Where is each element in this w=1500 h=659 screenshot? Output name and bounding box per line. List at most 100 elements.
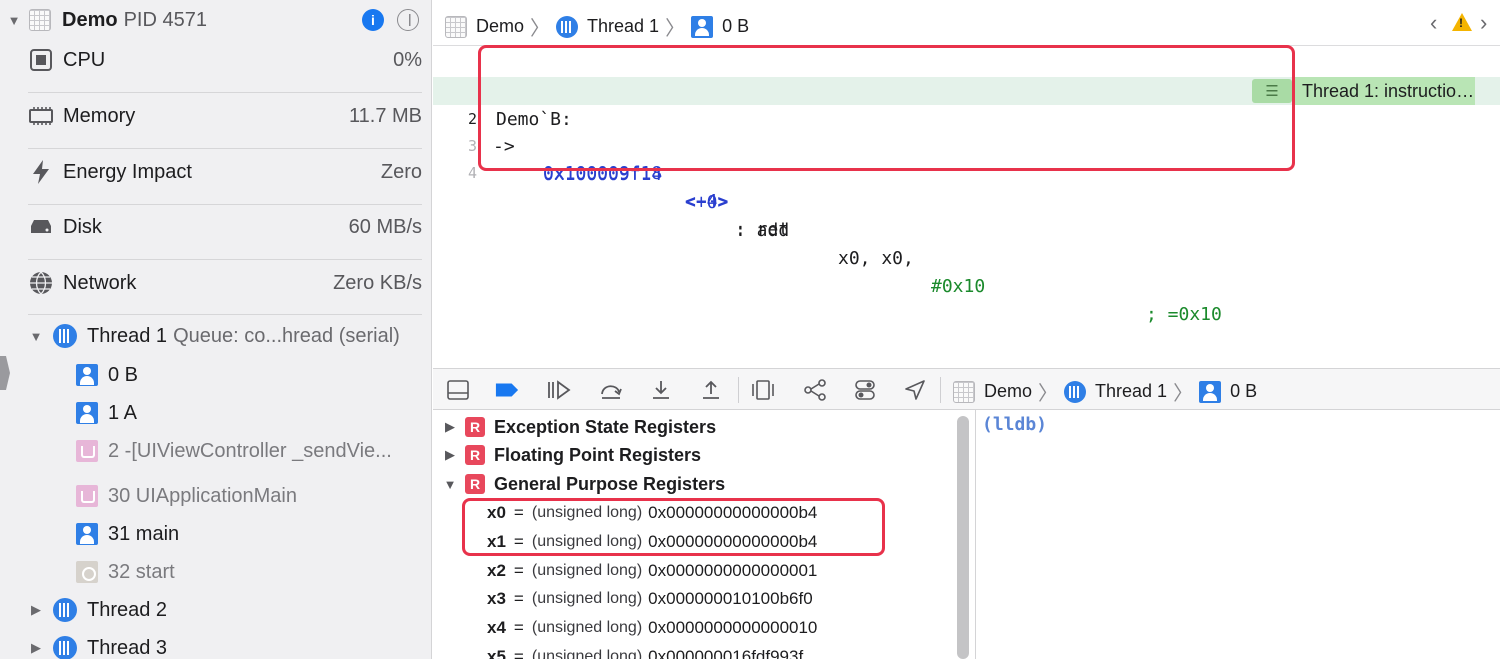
stack-frame[interactable]: 32 start bbox=[76, 553, 426, 591]
disclosure-down-icon[interactable]: ▼ bbox=[29, 329, 43, 344]
jump-bar-project[interactable]: Demo bbox=[476, 16, 524, 37]
register-type: (unsigned long) bbox=[531, 504, 643, 521]
disclosure-right-icon[interactable]: ▶ bbox=[443, 419, 457, 435]
disclosure-down-icon[interactable]: ▼ bbox=[443, 477, 457, 492]
disclosure-down-icon[interactable]: ▼ bbox=[7, 13, 21, 28]
lldb-console[interactable]: (lldb) bbox=[976, 410, 1500, 659]
register-equals: = bbox=[513, 647, 524, 659]
info-icon[interactable]: i bbox=[362, 9, 384, 31]
register-equals: = bbox=[513, 561, 524, 580]
register-value: 0x0000000000000010 bbox=[648, 618, 818, 637]
register-group[interactable]: ▶ R Exception State Registers bbox=[433, 413, 953, 441]
cpu-icon bbox=[28, 47, 54, 73]
register-equals: = bbox=[513, 503, 524, 522]
gauge-disk[interactable]: Disk 60 MB/s bbox=[28, 204, 422, 250]
user-code-icon bbox=[76, 402, 98, 424]
gauge-value: Zero KB/s bbox=[333, 271, 422, 294]
thread-icon bbox=[1064, 380, 1087, 403]
user-code-icon bbox=[1199, 380, 1222, 403]
chevron-right-icon: 〉 bbox=[530, 18, 551, 40]
register-name: x4 bbox=[487, 618, 506, 637]
gauge-cpu[interactable]: CPU 0% bbox=[28, 37, 422, 83]
register-value: 0x000000016fdf993f bbox=[648, 647, 804, 659]
register-row[interactable]: x0 = (unsigned long) 0x00000000000000b4 bbox=[487, 499, 947, 527]
user-code-icon bbox=[76, 364, 98, 386]
step-out-icon[interactable] bbox=[699, 378, 723, 402]
process-pid: PID 4571 bbox=[123, 8, 207, 31]
disclosure-right-icon[interactable]: ▶ bbox=[443, 447, 457, 463]
frame-label: 1 A bbox=[108, 401, 137, 424]
register-row[interactable]: x2 = (unsigned long) 0x0000000000000001 bbox=[487, 557, 947, 585]
register-name: x3 bbox=[487, 589, 506, 608]
network-icon bbox=[28, 270, 54, 296]
instruction-offset: <+4> bbox=[685, 191, 729, 212]
thread-row[interactable]: ▶ Thread 3 bbox=[0, 629, 431, 659]
register-row[interactable]: x4 = (unsigned long) 0x0000000000000010 bbox=[487, 614, 947, 642]
register-row[interactable]: x1 = (unsigned long) 0x00000000000000b4 bbox=[487, 528, 947, 556]
gauge-label: Disk bbox=[63, 215, 102, 238]
step-into-icon[interactable] bbox=[649, 378, 673, 402]
debug-view-hierarchy-icon[interactable] bbox=[751, 378, 775, 402]
simulate-location-icon[interactable] bbox=[903, 378, 927, 402]
register-row[interactable]: x5 = (unsigned long) 0x000000016fdf993f bbox=[487, 643, 947, 659]
register-equals: = bbox=[513, 618, 524, 637]
framework-icon bbox=[76, 485, 98, 507]
register-group[interactable]: ▼ R General Purpose Registers bbox=[433, 470, 953, 498]
jump-bar-thread[interactable]: Thread 1 bbox=[587, 16, 659, 37]
stack-frame[interactable]: 31 main bbox=[76, 515, 426, 553]
continue-icon[interactable] bbox=[547, 378, 571, 402]
variables-scrollbar[interactable] bbox=[957, 416, 969, 659]
thread-annotation[interactable]: Thread 1: instruction step over bbox=[1292, 77, 1475, 105]
register-icon: R bbox=[465, 417, 485, 437]
pause-icon[interactable] bbox=[397, 9, 419, 31]
stack-frame[interactable]: 1 A bbox=[76, 394, 426, 432]
debug-bar: Demo 〉 Thread 1 〉 0 B bbox=[433, 368, 1500, 410]
environment-overrides-icon[interactable] bbox=[853, 378, 877, 402]
gauge-network[interactable]: Network Zero KB/s bbox=[28, 260, 422, 306]
jump-bar-frame[interactable]: 0 B bbox=[722, 16, 749, 37]
register-value: 0x0000000000000001 bbox=[648, 561, 818, 580]
chevron-left-icon[interactable]: ‹ bbox=[1430, 10, 1437, 36]
thread-row[interactable]: ▼ Thread 1 Queue: co...hread (serial) bbox=[0, 317, 431, 355]
stack-frame[interactable]: 2 -[UIViewController _sendVie... bbox=[76, 432, 426, 470]
register-value: 0x000000010100b6f0 bbox=[648, 589, 813, 608]
thread-label: Thread 3 bbox=[87, 636, 168, 659]
divider bbox=[738, 377, 739, 403]
memory-graph-icon[interactable] bbox=[803, 378, 827, 402]
gauge-memory[interactable]: Memory 11.7 MB bbox=[28, 93, 422, 139]
thread-label: Thread 1 bbox=[87, 324, 168, 347]
gauge-value: Zero bbox=[380, 160, 422, 183]
stack-frame[interactable]: 0 B bbox=[76, 356, 426, 394]
disassembly-editor[interactable]: 1 Demo`B: 2 -> 0x100009f14 <+0> : add x0… bbox=[433, 46, 1500, 368]
thread-indicator-icon[interactable]: ☰ bbox=[1252, 79, 1292, 103]
breakpoints-toggle-icon[interactable] bbox=[495, 378, 519, 402]
jump-bar-thread[interactable]: Thread 1 bbox=[1095, 381, 1167, 402]
stack-frame[interactable]: 30 UIApplicationMain bbox=[76, 477, 426, 515]
jump-bar-frame[interactable]: 0 B bbox=[1230, 381, 1257, 402]
code-line: 4 bbox=[433, 131, 1500, 182]
register-name: x1 bbox=[487, 532, 506, 551]
gauge-energy[interactable]: Energy Impact Zero bbox=[28, 149, 422, 195]
jump-bar-project[interactable]: Demo bbox=[984, 381, 1032, 402]
thread-label: Thread 2 bbox=[87, 598, 168, 621]
step-over-icon[interactable] bbox=[599, 378, 623, 402]
app-icon bbox=[29, 9, 51, 31]
debug-navigator: ▼ Demo PID 4571 i CPU 0% Memory 11.7 MB … bbox=[0, 0, 432, 659]
thread-row[interactable]: ▶ Thread 2 bbox=[0, 591, 431, 629]
disclosure-right-icon[interactable]: ▶ bbox=[29, 640, 43, 656]
register-name: x5 bbox=[487, 647, 506, 659]
register-group[interactable]: ▶ R Floating Point Registers bbox=[433, 441, 953, 469]
chevron-right-icon[interactable]: › bbox=[1480, 10, 1487, 36]
instruction-comment: ; =0x10 bbox=[1146, 304, 1222, 325]
warning-icon[interactable]: ! bbox=[1452, 13, 1472, 31]
code-line: 3 0x100009f18 <+4> : ret bbox=[433, 104, 1500, 240]
variables-view[interactable]: ▶ R Exception State Registers ▶ R Floati… bbox=[433, 410, 955, 659]
register-name: x0 bbox=[487, 503, 506, 522]
line-number: 4 bbox=[467, 164, 477, 182]
code-line: 1 Demo`B: bbox=[433, 50, 1500, 130]
app-icon bbox=[445, 15, 467, 38]
sidebar-resize-handle[interactable] bbox=[0, 356, 10, 390]
disclosure-right-icon[interactable]: ▶ bbox=[29, 602, 43, 618]
hide-debug-area-icon[interactable] bbox=[446, 378, 470, 402]
register-row[interactable]: x3 = (unsigned long) 0x000000010100b6f0 bbox=[487, 585, 947, 613]
